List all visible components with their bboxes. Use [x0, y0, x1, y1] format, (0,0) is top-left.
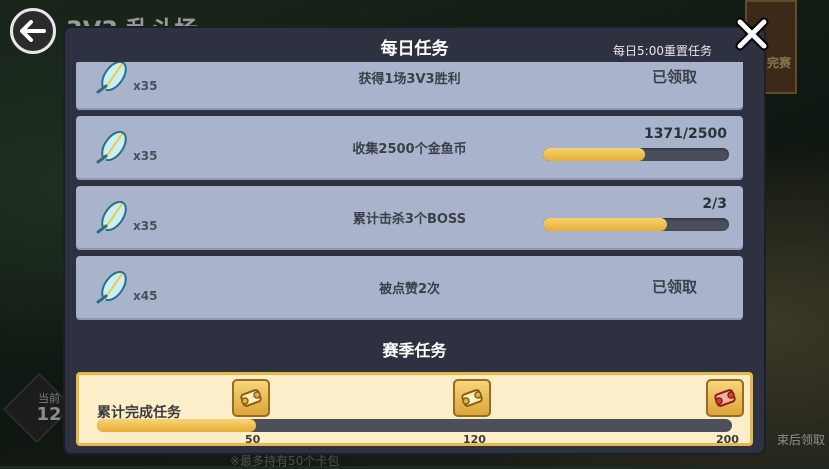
task-description: 被点赞2次 — [378, 282, 441, 297]
progress-bar — [543, 148, 729, 161]
milestone-value: 120 — [463, 433, 486, 446]
milestone-reward-box[interactable] — [453, 379, 491, 417]
back-button[interactable] — [10, 8, 56, 54]
season-progress-bar — [97, 419, 732, 432]
task-description: 获得1场3V3胜利 — [358, 72, 461, 87]
arrow-left-icon — [20, 20, 46, 42]
daily-task-list[interactable]: x35 获得1场3V3胜利 已领取 x35 收集2500个金鱼币 1371/25… — [76, 62, 751, 322]
progress-text: 1371/2500 — [643, 126, 727, 142]
task-card: x45 被点赞2次 已领取 — [76, 256, 743, 320]
progress-bar — [543, 218, 729, 231]
red-scroll-icon — [714, 389, 736, 407]
close-icon — [735, 17, 769, 51]
milestone-reward-box[interactable] — [706, 379, 744, 417]
season-section-title: 赛季任务 — [382, 341, 447, 360]
claimed-status: 已领取 — [651, 68, 697, 86]
gold-scroll-icon — [461, 389, 483, 407]
progress-text: 2/3 — [702, 196, 727, 212]
reset-note: 每日5:00重置任务 — [613, 44, 712, 58]
season-progress-fill — [97, 419, 256, 432]
milestone-reward-box[interactable] — [232, 379, 270, 417]
gold-scroll-icon — [240, 389, 262, 407]
claimed-status: 已领取 — [651, 278, 697, 296]
task-card: x35 收集2500个金鱼币 1371/2500 — [76, 116, 743, 180]
progress-fill — [543, 218, 667, 231]
task-card: x35 累计击杀3个BOSS 2/3 — [76, 186, 743, 250]
task-card: x35 获得1场3V3胜利 已领取 — [76, 62, 743, 110]
progress-fill — [543, 148, 645, 161]
milestone-value: 200 — [716, 433, 739, 446]
milestone-value: 50 — [245, 433, 261, 446]
season-task-panel: 累计完成任务 50 120 200 — [76, 372, 753, 446]
close-button[interactable] — [730, 14, 774, 58]
